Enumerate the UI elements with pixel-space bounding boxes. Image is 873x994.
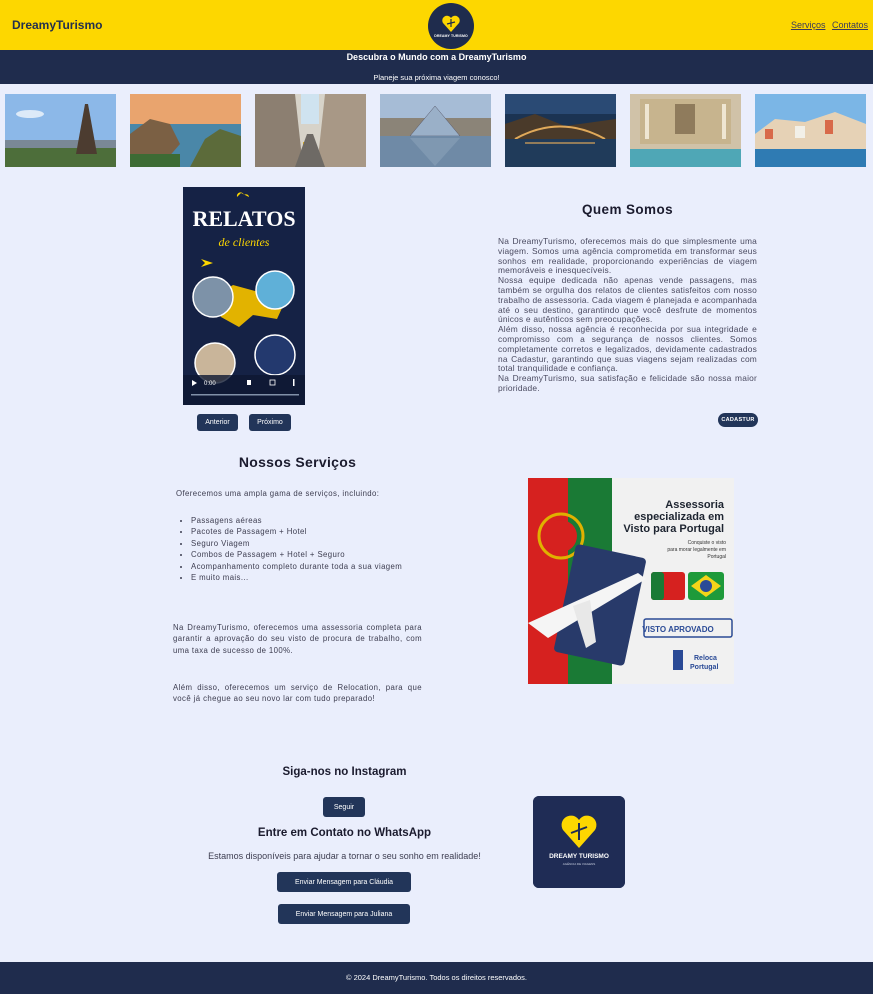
hero-title: Descubra o Mundo com a DreamyTurismo	[346, 52, 527, 62]
logo[interactable]: DREAMY TURISMO	[428, 3, 474, 49]
visa-ad-sub-3: Portugal	[707, 554, 726, 560]
video-subtitle: de clientes	[219, 235, 270, 249]
visa-ad-title-1: Assessoria	[665, 499, 725, 511]
nav-link-servicos[interactable]: Serviços	[791, 20, 826, 30]
list-item: Seguro Viagem	[191, 538, 422, 549]
visa-ad-image: Assessoria especializada em Visto para P…	[528, 478, 734, 684]
nav-link-contatos[interactable]: Contatos	[832, 20, 868, 30]
gallery-photo-louvre[interactable]	[380, 94, 491, 167]
footer-text: © 2024 DreamyTurismo. Todos os direitos …	[345, 973, 528, 982]
top-header: DreamyTurismo DREAMY TURISMO Serviços Co…	[0, 0, 873, 50]
services-list: Passagens aéreas Pacotes de Passagem + H…	[191, 515, 422, 583]
footer: © 2024 DreamyTurismo. Todos os direitos …	[0, 962, 873, 994]
card-tagline: AGÊNCIA DE VIAGENS	[563, 861, 596, 866]
gallery-photo-bridge-night[interactable]	[505, 94, 616, 167]
top-nav: Serviços Contatos	[787, 20, 868, 30]
next-button[interactable]: Próximo	[249, 414, 291, 431]
whatsapp-title: Entre em Contato no WhatsApp	[257, 827, 432, 839]
services-visa-text: Na DreamyTurismo, oferecemos uma assesso…	[173, 623, 422, 655]
visa-ad-stamp: VISTO APROVADO	[642, 625, 713, 634]
cadastur-badge[interactable]: CADASTUR	[718, 413, 758, 427]
services-relocation-text: Além disso, oferecemos um serviço de Rel…	[173, 683, 422, 704]
list-item: Pacotes de Passagem + Hotel	[191, 526, 422, 537]
logo-text: DREAMY TURISMO	[434, 33, 468, 38]
about-paragraph: Nossa equipe dedicada não apenas vende p…	[498, 275, 757, 325]
list-item: Passagens aéreas	[191, 515, 422, 526]
about-paragraph: Na DreamyTurismo, sua satisfação e felic…	[498, 373, 757, 393]
about-title: Quem Somos	[581, 202, 674, 217]
visa-ad-sub-1: Conquiste o visto	[688, 540, 727, 546]
dreamy-turismo-card: DREAMY TURISMO AGÊNCIA DE VIAGENS	[533, 796, 625, 888]
list-item: Acompanhamento completo durante toda a s…	[191, 561, 422, 572]
heart-logo-icon	[442, 15, 460, 32]
gallery-photo-trevi[interactable]	[630, 94, 741, 167]
testimonials-video[interactable]: RELATOS de clientes 0:00	[183, 187, 305, 405]
whatsapp-juliana-button[interactable]: Enviar Mensagem para Juliana	[278, 904, 410, 924]
hero-subtitle: Planeje sua próxima viagem conosco!	[373, 73, 500, 82]
services-title: Nossos Serviços	[238, 454, 357, 470]
list-item: Combos de Passagem + Hotel + Seguro	[191, 549, 422, 560]
hero-banner: Descubra o Mundo com a DreamyTurismo Pla…	[0, 50, 873, 84]
gallery-photo-coastal-city[interactable]	[755, 94, 866, 167]
gallery-photo-coast[interactable]	[130, 94, 241, 167]
instagram-follow-button[interactable]: Seguir	[323, 797, 365, 817]
gallery-photo-street[interactable]	[255, 94, 366, 167]
visa-ad-brand-1: Reloca	[694, 655, 717, 662]
visa-ad-title-2: especializada em	[634, 511, 724, 523]
prev-button[interactable]: Anterior	[197, 414, 238, 431]
brand-name[interactable]: DreamyTurismo	[12, 18, 102, 32]
visa-ad-title-3: Visto para Portugal	[623, 523, 724, 535]
gallery-photo-eiffel[interactable]	[5, 94, 116, 167]
video-time: 0:00	[204, 381, 216, 387]
visa-ad-sub-2: para morar legalmente em	[667, 547, 726, 553]
list-item: E muito mais...	[191, 572, 422, 583]
instagram-title: Siga-nos no Instagram	[282, 766, 407, 778]
whatsapp-text: Estamos disponíveis para ajudar a tornar…	[208, 851, 481, 861]
visa-ad-brand-2: Portugal	[690, 664, 718, 671]
about-paragraph: Na DreamyTurismo, oferecemos mais do que…	[498, 236, 757, 276]
about-paragraph: Além disso, nossa agência é reconhecida …	[498, 324, 757, 374]
services-intro: Oferecemos uma ampla gama de serviços, i…	[176, 489, 380, 498]
video-title: RELATOS	[192, 206, 295, 231]
whatsapp-claudia-button[interactable]: Enviar Mensagem para Cláudia	[277, 872, 411, 892]
card-title: DREAMY TURISMO	[549, 853, 609, 860]
about-text: Na DreamyTurismo, oferecemos mais do que…	[498, 236, 757, 394]
